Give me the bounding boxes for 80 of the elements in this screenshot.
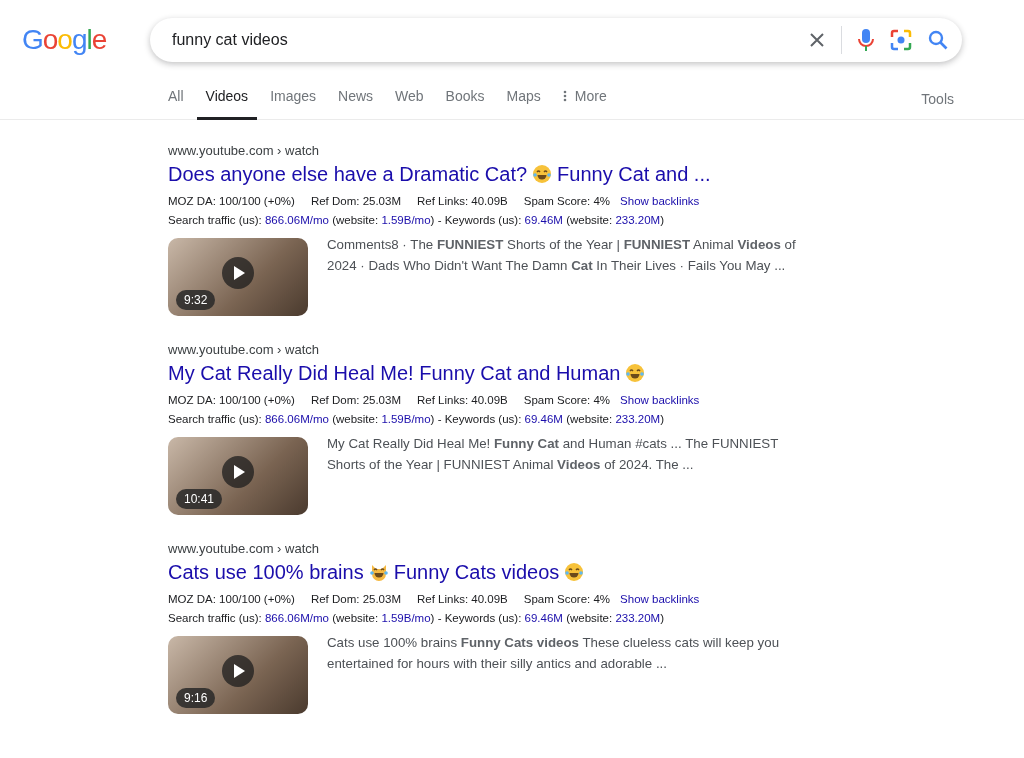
tab[interactable]: All [168,80,184,120]
laughing-face-emoji-icon [532,164,553,184]
tab[interactable]: News [338,80,374,120]
traffic-label: Search traffic (us): [168,611,262,626]
traffic-label: (website: [332,213,379,228]
metric-text: Ref Dom: 25.03M [310,393,401,408]
tab[interactable]: Books [445,80,485,120]
metric-text: Spam Score: 4% [523,592,611,607]
traffic-label: (website: [332,412,379,427]
metric-text: Spam Score: 4% [523,194,611,209]
metric-text: Ref Links: 40.09B [417,393,508,408]
play-icon[interactable] [222,456,254,488]
traffic-value: 1.59B/mo [381,213,431,228]
traffic-value: 866.06M/mo [264,412,329,427]
traffic-value: 233.20M [615,412,661,427]
result-url: www.youtube.com › watch [168,341,320,359]
metric-text: Ref Links: 40.09B [417,194,508,209]
video-duration: 10:41 [176,489,223,509]
traffic-label: (website: [566,213,613,228]
tools-button[interactable]: Tools [921,83,954,120]
traffic-value: 69.46M [524,412,563,427]
show-backlinks-link[interactable]: Show backlinks [620,391,700,410]
traffic-value: 1.59B/mo [381,611,431,626]
metric-text: Ref Dom: 25.03M [310,592,401,607]
result-snippet: Cats use 100% brains Funny Cats videos These clueless cats will keep you entertained for hours with their silly antics and adorable ... [327,634,781,673]
result-url: www.youtube.com › watch [168,540,320,558]
result-title-link[interactable]: Does anyone else have a Dramatic Cat? Funny Cat and ... [168,160,711,188]
metric-text: Ref Links: 40.09B [417,592,508,607]
traffic-value: 866.06M/mo [264,611,329,626]
laughing-face-emoji-icon [625,363,646,383]
result-snippet: Comments8 · The FUNNIEST Shorts of the Year | FUNNIEST Animal Videos of 2024 · Dads Who Didn't Want The Damn Cat In Their Lives · Fails You May ... [327,236,797,275]
video-thumbnail[interactable]: 10:41 [168,437,308,515]
traffic-value: 233.20M [615,611,661,626]
laughing-cat-emoji-icon [368,562,389,582]
metric-text: MOZ DA: 100/100 (+0%) [168,194,295,209]
video-duration: 9:32 [176,290,216,310]
video-thumbnail[interactable]: 9:32 [168,238,308,316]
laughing-face-emoji-icon [564,562,585,582]
traffic-label: (website: [566,611,613,626]
more-icon [562,90,567,102]
show-backlinks-link[interactable]: Show backlinks [620,590,700,609]
metric-text: MOZ DA: 100/100 (+0%) [168,393,295,408]
traffic-value: 1.59B/mo [381,412,431,427]
close-icon[interactable] [809,32,825,48]
traffic-label: ) [660,611,664,626]
play-icon[interactable] [222,655,254,687]
search-field[interactable]: funny cat videos [170,27,793,53]
traffic-label: ) - Keywords (us): [430,213,522,228]
traffic-label: Search traffic (us): [168,412,262,427]
traffic-label: ) - Keywords (us): [430,611,522,626]
traffic-value: 866.06M/mo [264,213,329,228]
traffic-label: ) - Keywords (us): [430,412,522,427]
tab[interactable]: Web [395,80,424,120]
play-icon[interactable] [222,257,254,289]
traffic-label: (website: [566,412,613,427]
traffic-label: ) [660,412,664,427]
camera-lens-icon[interactable] [890,29,912,51]
tab[interactable]: Maps [506,80,541,120]
result-url: www.youtube.com › watch [168,142,320,160]
traffic-value: 69.46M [524,611,563,626]
metric-text: MOZ DA: 100/100 (+0%) [168,592,295,607]
tab[interactable]: Videos [196,80,258,120]
traffic-label: ) [660,213,664,228]
logo[interactable]: Google [22,26,150,54]
video-duration: 9:16 [176,688,216,708]
result-title-link[interactable]: Cats use 100% brains Funny Cats videos [168,558,590,586]
tab[interactable]: Images [270,80,317,120]
metric-text: Spam Score: 4% [523,393,611,408]
traffic-label: Search traffic (us): [168,213,262,228]
traffic-value: 69.46M [524,213,563,228]
traffic-label: (website: [332,611,379,626]
search-icon[interactable] [928,30,948,50]
result-snippet: My Cat Really Did Heal Me! Funny Cat and Human #cats ... The FUNNIEST Shorts of the Year | FUNNIEST Animal Videos of 2024. The ... [327,435,779,474]
traffic-value: 233.20M [615,213,661,228]
metric-text: Ref Dom: 25.03M [310,194,401,209]
result-title-link[interactable]: My Cat Really Did Heal Me! Funny Cat and Human [168,359,651,387]
show-backlinks-link[interactable]: Show backlinks [620,192,700,211]
microphone-icon[interactable] [858,28,874,52]
video-thumbnail[interactable]: 9:16 [168,636,308,714]
more-tab[interactable]: More [562,80,607,120]
